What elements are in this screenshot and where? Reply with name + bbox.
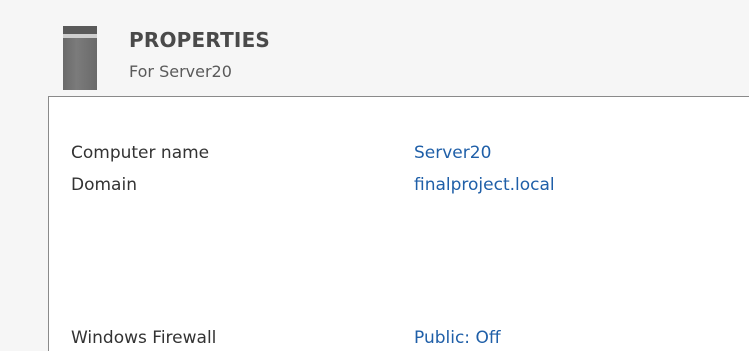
windows-firewall-label: Windows Firewall <box>71 328 217 348</box>
property-row-windows-firewall: Windows Firewall Public: Off <box>49 328 749 351</box>
page-title: PROPERTIES <box>129 28 271 52</box>
server-icon-top <box>63 26 97 34</box>
page-subtitle: For Server20 <box>129 62 232 81</box>
computer-name-link[interactable]: Server20 <box>414 143 491 163</box>
property-row-domain: Domain finalproject.local <box>49 175 749 201</box>
server-icon <box>63 26 97 90</box>
properties-panel: Computer name Server20 Domain finalproje… <box>48 96 749 351</box>
domain-label: Domain <box>71 175 137 195</box>
property-row-computer-name: Computer name Server20 <box>49 143 749 169</box>
properties-header: PROPERTIES For Server20 <box>0 0 749 96</box>
properties-window: PROPERTIES For Server20 Computer name Se… <box>0 0 749 351</box>
server-icon-body <box>63 38 97 90</box>
computer-name-label: Computer name <box>71 143 210 163</box>
windows-firewall-link[interactable]: Public: Off <box>414 328 501 348</box>
domain-link[interactable]: finalproject.local <box>414 175 555 195</box>
